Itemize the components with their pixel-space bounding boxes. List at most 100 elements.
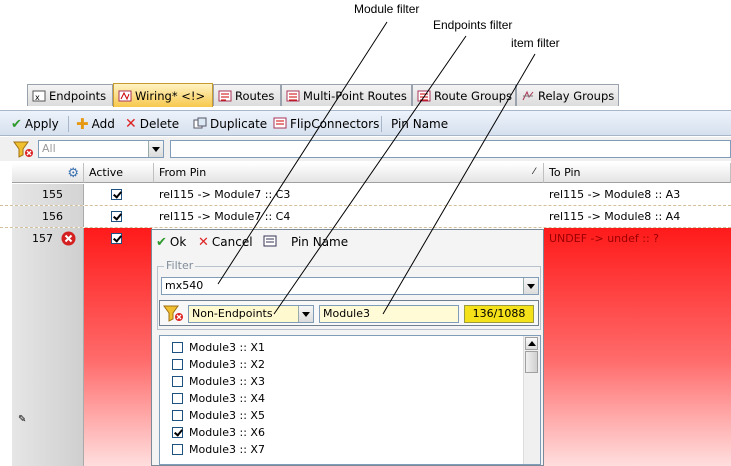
- table-row[interactable]: 156 rel115 -> Module7 :: C4 rel115 -> Mo…: [0, 206, 731, 228]
- active-checkbox[interactable]: [111, 211, 122, 222]
- delete-button[interactable]: ✕ Delete: [125, 115, 179, 133]
- endpoints-filter-annotation: Endpoints filter: [433, 18, 513, 32]
- list-item[interactable]: Module3 :: X1: [172, 339, 265, 356]
- row-number: 157 ✎: [12, 228, 84, 466]
- scroll-up-button[interactable]: [525, 337, 538, 350]
- list-item[interactable]: Module3 :: X4: [172, 390, 265, 407]
- tab-wiring[interactable]: Wiring* <!>: [113, 83, 213, 107]
- list-item-label: Module3 :: X2: [189, 358, 265, 371]
- list-item-label: Module3 :: X3: [189, 375, 265, 388]
- list-item-label: Module3 :: X6: [189, 426, 265, 439]
- scroll-thumb[interactable]: [525, 351, 538, 373]
- active-checkbox[interactable]: [111, 233, 122, 244]
- list-item-checkbox[interactable]: [172, 444, 183, 455]
- column-header-to-pin[interactable]: To Pin: [544, 163, 731, 183]
- from-pin-cell[interactable]: rel115 -> Module7 :: C3: [154, 184, 544, 205]
- chevron-down-icon[interactable]: [148, 141, 163, 157]
- active-cell[interactable]: [84, 206, 154, 227]
- x-icon: ✕: [198, 234, 209, 250]
- filter-combo[interactable]: All: [38, 140, 164, 158]
- multipoint-routes-icon: [286, 90, 300, 102]
- row-header-corner[interactable]: ⚙: [12, 163, 84, 183]
- from-pin-cell[interactable]: rel115 -> Module7 :: C4: [154, 206, 544, 227]
- ok-button[interactable]: ✔ Ok: [156, 233, 186, 251]
- active-checkbox[interactable]: [111, 189, 122, 200]
- table-row[interactable]: 155 rel115 -> Module7 :: C3 rel115 -> Mo…: [0, 184, 731, 206]
- check-icon: ✔: [156, 234, 167, 250]
- apply-button[interactable]: ✔ Apply: [11, 115, 59, 133]
- filter-controls: Non-Endpoints Module3 136/1088: [159, 300, 539, 326]
- check-icon: ✔: [11, 116, 22, 132]
- list-item-label: Module3 :: X4: [189, 392, 265, 405]
- list-item-checkbox[interactable]: [172, 410, 183, 421]
- filter-row: All: [0, 137, 731, 161]
- duplicate-button[interactable]: Duplicate: [193, 115, 267, 133]
- filter-count-badge: 136/1088: [464, 305, 534, 323]
- flip-connectors-icon: [273, 117, 287, 132]
- to-pin-cell[interactable]: rel115 -> Module8 :: A3: [544, 184, 731, 205]
- chevron-down-icon[interactable]: [298, 306, 313, 322]
- item-filter-annotation: item filter: [511, 36, 560, 50]
- routes-icon: [218, 90, 232, 102]
- list-item-checkbox[interactable]: [172, 427, 183, 438]
- list-item-checkbox[interactable]: [172, 359, 183, 370]
- edit-pencil-icon: ✎: [18, 414, 27, 425]
- relay-groups-icon: [521, 90, 535, 102]
- row-number: 155: [12, 184, 84, 205]
- list-item-label: Module3 :: X5: [189, 409, 265, 422]
- plus-icon: ✚: [76, 115, 89, 133]
- list-item[interactable]: Module3 :: X2: [172, 356, 265, 373]
- list-item-label: Module3 :: X7: [189, 443, 265, 456]
- active-cell-error[interactable]: [84, 228, 152, 466]
- column-header-from-pin[interactable]: From Pin ⁄: [154, 163, 544, 183]
- pin-name-toggle[interactable]: [263, 233, 277, 251]
- list-scrollbar[interactable]: [523, 336, 540, 464]
- route-groups-icon: [417, 90, 431, 102]
- toolbar-separator: [68, 116, 69, 132]
- pin-name-icon: [263, 235, 277, 250]
- pin-name-label: Pin Name: [291, 235, 349, 249]
- wiring-icon: [118, 90, 132, 102]
- filter-group-label: Filter: [164, 259, 196, 272]
- pin-picker-popup: ✔ Ok ✕ Cancel Pin Name Filter mx540 Non-…: [151, 229, 544, 466]
- list-item[interactable]: Module3 :: X7: [172, 441, 265, 458]
- toolbar: ✔ Apply ✚ Add ✕ Delete Duplicate FlipCon…: [0, 110, 731, 136]
- tab-endpoints[interactable]: x Endpoints: [27, 84, 113, 106]
- to-pin-cell-error[interactable]: UNDEF -> undef :: ?: [544, 228, 731, 466]
- filter-text-input[interactable]: [170, 140, 731, 158]
- list-item-checkbox[interactable]: [172, 393, 183, 404]
- endpoints-icon: x: [32, 90, 46, 102]
- filter-funnel-icon[interactable]: [12, 139, 36, 159]
- duplicate-icon: [193, 117, 207, 132]
- list-item[interactable]: Module3 :: X5: [172, 407, 265, 424]
- gear-icon: ⚙: [67, 166, 79, 181]
- error-icon: [61, 231, 76, 249]
- active-cell[interactable]: [84, 184, 154, 205]
- endpoints-filter-combo[interactable]: Non-Endpoints: [188, 305, 314, 323]
- cancel-button[interactable]: ✕ Cancel: [198, 233, 253, 251]
- to-pin-cell[interactable]: rel115 -> Module8 :: A4: [544, 206, 731, 227]
- list-item[interactable]: Module3 :: X6: [172, 424, 265, 441]
- pin-name-button[interactable]: Pin Name: [391, 115, 448, 133]
- tab-relay-groups[interactable]: Relay Groups: [516, 84, 619, 106]
- module-filter-combo[interactable]: mx540: [161, 277, 539, 295]
- tab-route-groups[interactable]: Route Groups: [412, 84, 516, 106]
- add-button[interactable]: ✚ Add: [76, 115, 115, 133]
- list-item[interactable]: Module3 :: X3: [172, 373, 265, 390]
- svg-text:x: x: [35, 93, 40, 102]
- list-item-checkbox[interactable]: [172, 342, 183, 353]
- item-filter-input[interactable]: Module3: [319, 305, 459, 323]
- column-header-active[interactable]: Active: [84, 163, 154, 183]
- pin-list: Module3 :: X1Module3 :: X2Module3 :: X3M…: [159, 335, 541, 465]
- list-item-checkbox[interactable]: [172, 376, 183, 387]
- flip-connectors-button[interactable]: FlipConnectors: [273, 115, 379, 133]
- sort-icon: ⁄: [533, 167, 535, 177]
- tab-routes[interactable]: Routes: [213, 84, 281, 106]
- x-icon: ✕: [125, 116, 137, 132]
- chevron-down-icon[interactable]: [523, 278, 538, 294]
- row-number: 156: [12, 206, 84, 227]
- tab-bar: x Endpoints Wiring* <!> Routes Multi-Poi…: [27, 83, 624, 108]
- tab-multi-point-routes[interactable]: Multi-Point Routes: [281, 84, 412, 106]
- list-item-label: Module3 :: X1: [189, 341, 265, 354]
- filter-funnel-icon[interactable]: [162, 303, 186, 323]
